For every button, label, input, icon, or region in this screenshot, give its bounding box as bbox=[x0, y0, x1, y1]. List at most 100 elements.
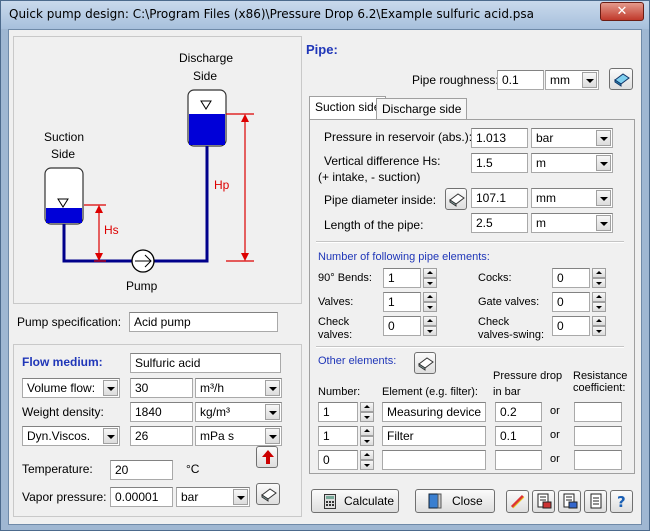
chevron-down-icon[interactable] bbox=[596, 155, 611, 171]
or-label: or bbox=[550, 429, 560, 441]
vapor-pressure-input[interactable]: 0.00001 bbox=[110, 487, 173, 507]
gate-valves-input[interactable]: 0 bbox=[552, 292, 590, 312]
chevron-down-icon[interactable] bbox=[103, 428, 118, 444]
svg-text:?: ? bbox=[617, 493, 626, 509]
bends-stepper[interactable] bbox=[423, 268, 439, 288]
tab-discharge-side[interactable]: Discharge side bbox=[376, 98, 468, 120]
temperature-input[interactable]: 20 bbox=[110, 460, 173, 480]
export-button[interactable] bbox=[558, 490, 581, 513]
calculator-icon bbox=[324, 494, 336, 509]
gate-valves-stepper[interactable] bbox=[592, 292, 608, 312]
pipe-length-label: Length of the pipe: bbox=[324, 218, 424, 232]
tab-suction-side-label: Suction side bbox=[315, 100, 381, 114]
other-row-resist-input[interactable] bbox=[574, 402, 622, 422]
book-icon bbox=[261, 488, 277, 502]
suction-tank-liquid bbox=[46, 208, 82, 223]
chevron-down-icon[interactable] bbox=[582, 72, 597, 88]
chevron-down-icon[interactable] bbox=[596, 215, 611, 231]
swing-valves-input[interactable]: 0 bbox=[552, 316, 590, 336]
other-row-number-input[interactable]: 1 bbox=[318, 402, 358, 422]
col-element-header: Element (e.g. filter): bbox=[382, 386, 478, 398]
chevron-down-icon[interactable] bbox=[233, 489, 248, 505]
temperature-label: Temperature: bbox=[22, 462, 93, 476]
document-export-icon bbox=[563, 493, 578, 509]
chevron-down-icon[interactable] bbox=[596, 190, 611, 206]
length-unit-select[interactable]: m bbox=[531, 213, 613, 233]
close-window-button[interactable]: ✕ bbox=[600, 2, 644, 21]
vapor-unit-select[interactable]: bar bbox=[176, 487, 250, 507]
pump-label: Pump bbox=[126, 279, 158, 293]
chevron-down-icon[interactable] bbox=[103, 380, 118, 396]
flow-type-select[interactable]: Volume flow: bbox=[22, 378, 120, 398]
other-row-drop-input[interactable] bbox=[495, 450, 542, 470]
pump-spec-input[interactable]: Acid pump bbox=[129, 312, 278, 332]
cocks-stepper[interactable] bbox=[592, 268, 608, 288]
pipe-elements-heading: Number of following pipe elements: bbox=[318, 251, 490, 263]
pipe-diameter-input[interactable]: 107.1 bbox=[471, 188, 528, 208]
discharge-side-label-1: Discharge bbox=[179, 51, 234, 65]
other-elements-lookup-button[interactable] bbox=[414, 352, 436, 374]
other-row-number-stepper[interactable] bbox=[360, 426, 376, 446]
density-unit-select[interactable]: kg/m³ bbox=[195, 402, 282, 422]
help-button[interactable]: ? bbox=[610, 490, 633, 513]
roughness-lookup-button[interactable] bbox=[609, 68, 633, 90]
check-valves-stepper[interactable] bbox=[423, 316, 439, 336]
medium-name-input[interactable]: Sulfuric acid bbox=[130, 353, 281, 373]
door-exit-icon bbox=[428, 493, 442, 509]
viscosity-type-value: Dyn.Viscos. bbox=[27, 429, 91, 443]
close-button[interactable]: Close bbox=[415, 489, 495, 513]
vertical-unit-select[interactable]: m bbox=[531, 153, 613, 173]
diameter-lookup-button[interactable] bbox=[445, 188, 467, 210]
other-row-element-input[interactable]: Filter bbox=[382, 426, 486, 446]
pressure-unit-select[interactable]: bar bbox=[531, 128, 613, 148]
flow-unit-select[interactable]: m³/h bbox=[195, 378, 282, 398]
other-row-number-input[interactable]: 1 bbox=[318, 426, 358, 446]
viscosity-unit-select[interactable]: mPa s bbox=[195, 426, 282, 446]
or-label: or bbox=[550, 405, 560, 417]
chevron-down-icon[interactable] bbox=[265, 404, 280, 420]
bends-input[interactable]: 1 bbox=[383, 268, 421, 288]
chevron-down-icon[interactable] bbox=[596, 130, 611, 146]
calculate-button[interactable]: Calculate bbox=[311, 489, 399, 513]
flow-value-input[interactable]: 30 bbox=[130, 378, 193, 398]
other-row-resist-input[interactable] bbox=[574, 450, 622, 470]
swing-valves-stepper[interactable] bbox=[592, 316, 608, 336]
density-value-input[interactable]: 1840 bbox=[130, 402, 193, 422]
discharge-pipe bbox=[154, 146, 209, 263]
vertical-difference-input[interactable]: 1.5 bbox=[471, 153, 528, 173]
roughness-unit-select[interactable]: mm bbox=[545, 70, 599, 90]
pressure-reservoir-input[interactable]: 1.013 bbox=[471, 128, 528, 148]
chart-tool-button[interactable] bbox=[506, 490, 529, 513]
viscosity-value-input[interactable]: 26 bbox=[130, 426, 193, 446]
valves-stepper[interactable] bbox=[423, 292, 439, 312]
viscosity-type-select[interactable]: Dyn.Viscos. bbox=[22, 426, 120, 446]
check-valves-input[interactable]: 0 bbox=[383, 316, 421, 336]
pipe-length-input[interactable]: 2.5 bbox=[471, 213, 528, 233]
other-row-element-input[interactable]: Measuring device bbox=[382, 402, 486, 422]
document-button[interactable] bbox=[584, 490, 607, 513]
chevron-down-icon[interactable] bbox=[265, 380, 280, 396]
hp-label: Hp bbox=[214, 178, 230, 192]
other-row-number-stepper[interactable] bbox=[360, 402, 376, 422]
swing-valves-label-2: valves-swing: bbox=[478, 329, 545, 341]
pipe-roughness-input[interactable]: 0.1 bbox=[497, 70, 544, 90]
other-row-resist-input[interactable] bbox=[574, 426, 622, 446]
pressure-unit-value: bar bbox=[536, 131, 554, 145]
other-row-drop-input[interactable]: 0.1 bbox=[495, 426, 542, 446]
title-bar[interactable]: Quick pump design: C:\Program Files (x86… bbox=[1, 1, 649, 29]
valves-input[interactable]: 1 bbox=[383, 292, 421, 312]
vapor-lookup-button[interactable] bbox=[256, 483, 280, 505]
chevron-down-icon[interactable] bbox=[265, 428, 280, 444]
temperature-arrow-button[interactable] bbox=[256, 446, 278, 468]
tab-suction-side[interactable]: Suction side bbox=[309, 96, 387, 120]
book-icon bbox=[614, 73, 630, 87]
vertical-difference-hint: (+ intake, - suction) bbox=[318, 170, 421, 184]
report-button[interactable] bbox=[532, 490, 555, 513]
other-row-element-input[interactable] bbox=[382, 450, 486, 470]
other-row-number-stepper[interactable] bbox=[360, 450, 376, 470]
flow-medium-panel: Flow medium: Sulfuric acid Volume flow: … bbox=[13, 344, 302, 517]
cocks-input[interactable]: 0 bbox=[552, 268, 590, 288]
other-row-number-input[interactable]: 0 bbox=[318, 450, 358, 470]
diameter-unit-select[interactable]: mm bbox=[531, 188, 613, 208]
other-row-drop-input[interactable]: 0.2 bbox=[495, 402, 542, 422]
